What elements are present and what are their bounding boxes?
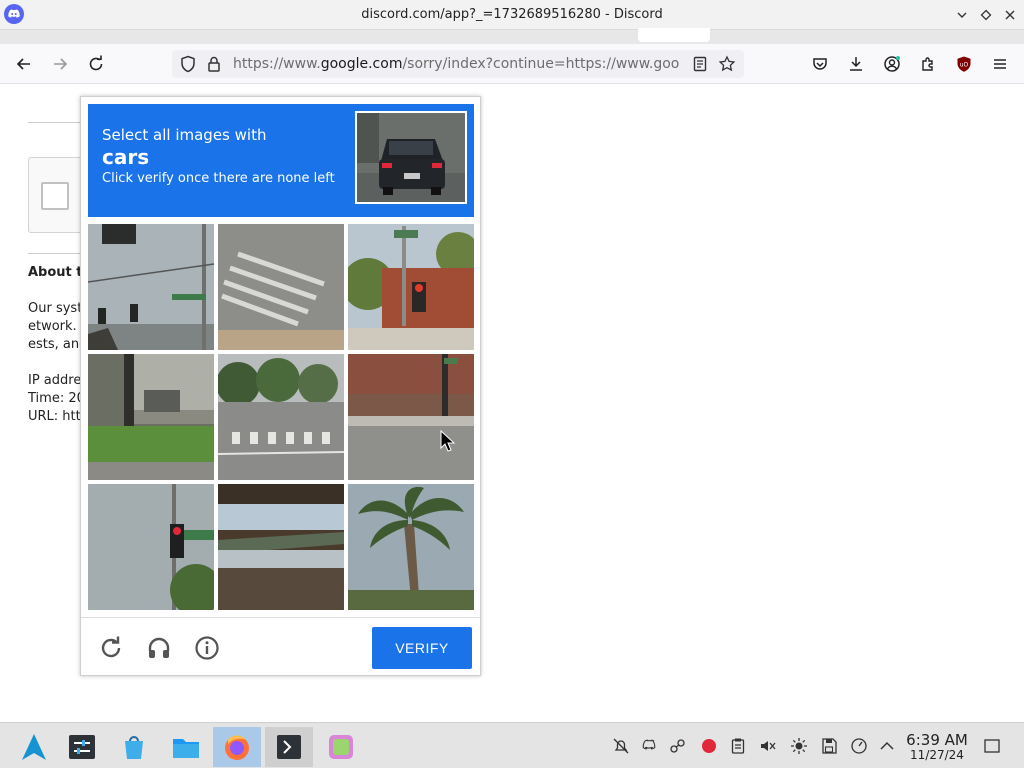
svg-text:uO: uO bbox=[960, 62, 969, 69]
tab-strip bbox=[0, 30, 1024, 44]
challenge-footer: VERIFY bbox=[81, 617, 480, 675]
recording-indicator-icon[interactable] bbox=[699, 736, 719, 756]
close-window-button[interactable] bbox=[1001, 6, 1019, 24]
clock-date[interactable]: 11/27/24 bbox=[904, 748, 970, 762]
time-label: Time: 20 bbox=[28, 391, 85, 406]
shield-icon[interactable] bbox=[176, 52, 200, 76]
prompt-instruction: Select all images with bbox=[102, 126, 267, 144]
image-grid bbox=[88, 224, 474, 610]
clipboard-icon[interactable] bbox=[728, 736, 748, 756]
tile-palm-tree[interactable] bbox=[348, 484, 474, 610]
forward-button[interactable] bbox=[48, 52, 72, 76]
tile-house-with-car[interactable] bbox=[88, 354, 214, 480]
update-gauge-icon[interactable] bbox=[849, 736, 869, 756]
divider bbox=[28, 122, 88, 123]
downloads-icon[interactable] bbox=[844, 52, 868, 76]
notifications-muted-icon[interactable] bbox=[611, 736, 631, 756]
url-domain: google.com bbox=[320, 56, 403, 72]
body-text: Our syst bbox=[28, 301, 83, 316]
window-titlebar: discord.com/app?_=1732689516280 - Discor… bbox=[0, 0, 1024, 30]
pocket-icon[interactable] bbox=[808, 52, 832, 76]
clock-time[interactable]: 6:39 AM bbox=[904, 731, 970, 749]
minimize-button[interactable] bbox=[953, 6, 971, 24]
account-icon[interactable] bbox=[880, 52, 904, 76]
start-menu-arch-icon[interactable] bbox=[10, 727, 58, 767]
firefox-taskbar-icon[interactable] bbox=[213, 727, 261, 767]
show-hidden-icons-chevron-up-icon[interactable] bbox=[877, 736, 897, 756]
tile-traffic-light-sky[interactable] bbox=[88, 224, 214, 350]
show-desktop-icon[interactable] bbox=[982, 736, 1002, 756]
navigation-toolbar: https://www.google.com/sorry/index?conti… bbox=[0, 44, 1024, 84]
tile-traffic-light-tree[interactable] bbox=[88, 484, 214, 610]
back-button[interactable] bbox=[12, 52, 36, 76]
window-title: discord.com/app?_=1732689516280 - Discor… bbox=[361, 7, 663, 22]
challenge-header: Select all images with cars Click verify… bbox=[88, 104, 474, 217]
file-manager-icon[interactable] bbox=[162, 727, 210, 767]
volume-muted-icon[interactable] bbox=[758, 736, 778, 756]
prompt-subinstruction: Click verify once there are none left bbox=[102, 171, 335, 186]
divider bbox=[28, 253, 88, 254]
recaptcha-anchor-card bbox=[28, 157, 88, 233]
tile-crosswalk-close[interactable] bbox=[218, 224, 344, 350]
tile-crosswalk-trees[interactable] bbox=[218, 354, 344, 480]
reload-page-button[interactable] bbox=[84, 52, 108, 76]
brightness-icon[interactable] bbox=[789, 736, 809, 756]
recaptcha-challenge-dialog: Select all images with cars Click verify… bbox=[80, 96, 481, 676]
prompt-target-object: cars bbox=[102, 145, 150, 169]
headphones-icon[interactable] bbox=[145, 634, 173, 662]
active-tab[interactable] bbox=[638, 28, 710, 42]
about-heading: About tl bbox=[28, 265, 87, 280]
bookmark-star-icon[interactable] bbox=[715, 52, 739, 76]
system-settings-icon[interactable] bbox=[58, 727, 106, 767]
discord-tray-icon[interactable] bbox=[639, 736, 659, 756]
url-path: /sorry/index?continue=https://www.google bbox=[402, 56, 679, 72]
verify-button[interactable]: VERIFY bbox=[372, 627, 472, 669]
body-text: ests, anc bbox=[28, 337, 87, 352]
extensions-icon[interactable] bbox=[916, 52, 940, 76]
color-app-icon[interactable] bbox=[317, 727, 365, 767]
url-text[interactable]: https://www.google.com/sorry/index?conti… bbox=[233, 56, 679, 72]
url-bar[interactable]: https://www.google.com/sorry/index?conti… bbox=[172, 50, 744, 78]
url-prefix: https://www. bbox=[233, 56, 321, 72]
reader-view-icon[interactable] bbox=[688, 52, 712, 76]
terminal-icon[interactable] bbox=[265, 727, 313, 767]
menu-hamburger-icon[interactable] bbox=[988, 52, 1012, 76]
lock-icon[interactable] bbox=[202, 52, 226, 76]
tile-traffic-light-brick-wall[interactable] bbox=[348, 224, 474, 350]
tile-street-corner-brick[interactable] bbox=[348, 354, 474, 480]
save-disk-icon[interactable] bbox=[819, 736, 839, 756]
ip-address-label: IP addre bbox=[28, 373, 82, 388]
network-icon[interactable] bbox=[668, 736, 688, 756]
ublock-origin-icon[interactable]: uO bbox=[952, 52, 976, 76]
sample-car-image bbox=[355, 111, 467, 204]
taskbar: 6:39 AM 11/27/24 bbox=[0, 722, 1024, 768]
maximize-button[interactable] bbox=[977, 6, 995, 24]
info-icon[interactable] bbox=[193, 634, 221, 662]
tile-waterfront[interactable] bbox=[218, 484, 344, 610]
mouse-cursor-icon bbox=[440, 430, 456, 452]
reload-icon[interactable] bbox=[97, 634, 125, 662]
recaptcha-checkbox[interactable] bbox=[41, 182, 69, 210]
software-store-icon[interactable] bbox=[110, 727, 158, 767]
